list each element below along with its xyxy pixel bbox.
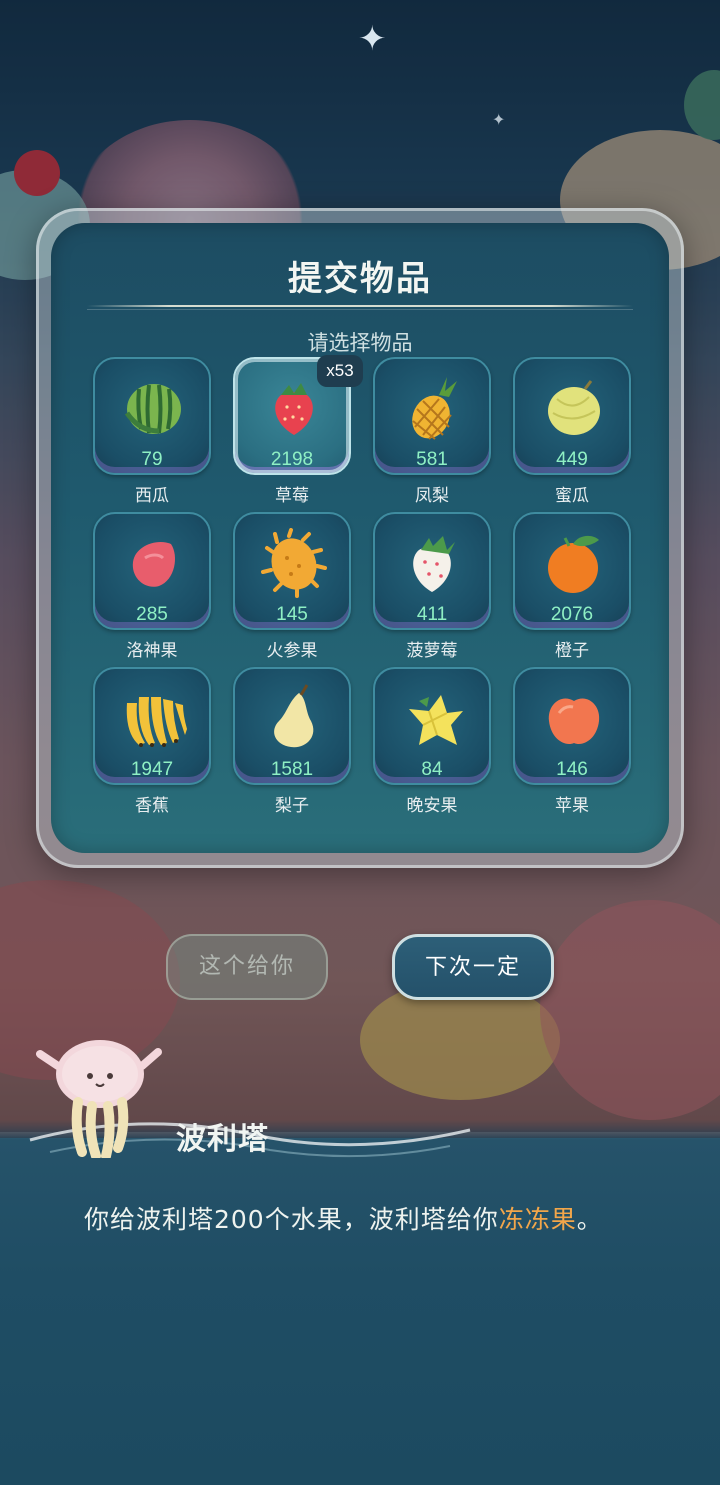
banana-icon [126,697,187,747]
item-slot[interactable]: 285 [93,512,211,630]
item-name: 西瓜 [135,486,169,506]
item-slot[interactable]: 411 [373,512,491,630]
item-slot[interactable]: 581 [373,357,491,475]
star-icon: ✦ [358,19,387,59]
title-divider [87,305,633,307]
item-slot[interactable]: 1581 [233,667,351,785]
item-slot[interactable]: 146 [513,667,631,785]
watermelon-icon [124,384,181,434]
item-name: 橙子 [555,641,589,661]
item-pineberry[interactable]: 411 菠萝莓 [373,512,493,662]
item-count: 285 [136,604,168,625]
item-count: 1581 [270,759,314,780]
item-count: 411 [416,604,448,625]
next-time-button[interactable]: 下次一定 [392,934,554,1000]
item-name: 苹果 [555,796,589,816]
selected-quantity-badge: x53 [317,355,363,387]
honeydew-icon [548,380,600,435]
dialogue-box[interactable] [0,1138,720,1485]
star-icon: ✦ [492,110,506,129]
item-name: 洛神果 [126,641,178,661]
item-slot[interactable]: 84 [373,667,491,785]
item-count: 146 [556,759,588,780]
submit-items-dialog: 提交物品 请选择物品 79 西瓜 2198 x53 草莓 581 凤梨 449 … [36,208,684,868]
item-slot[interactable]: 2076 [513,512,631,630]
dialogue-text-after: 。 [576,1205,603,1234]
item-slot[interactable]: 1947 [93,667,211,785]
item-slot[interactable]: 145 [233,512,351,630]
dialogue-text-before: 你给波利塔200个水果，波利塔给你 [84,1205,499,1234]
item-count: 2076 [550,604,594,625]
item-count: 449 [556,449,588,470]
dialog-body: 提交物品 请选择物品 79 西瓜 2198 x53 草莓 581 凤梨 449 … [51,223,669,853]
title-divider-shadow [87,309,633,310]
dialog-title: 提交物品 [288,259,432,299]
item-name: 菠萝莓 [406,641,458,661]
item-pineapple[interactable]: 581 凤梨 [373,357,493,507]
dialog-subtitle: 请选择物品 [307,331,413,355]
item-slot[interactable]: 449 [513,357,631,475]
item-count: 84 [421,759,443,780]
pineapple-icon [412,377,457,440]
speaker-name: 波利塔 [176,1122,269,1157]
item-orange[interactable]: 2076 橙子 [513,512,633,662]
item-count: 1947 [130,759,174,780]
item-honeydew[interactable]: 449 蜜瓜 [513,357,633,507]
pineberry-icon [413,536,455,592]
dialogue-highlight-item: 冻冻果 [498,1205,577,1234]
item-roselle[interactable]: 285 洛神果 [93,512,213,662]
item-name: 晚安果 [406,796,458,816]
item-slot[interactable]: 79 [93,357,211,475]
item-name: 梨子 [275,796,309,816]
item-name: 香蕉 [135,796,169,816]
give-button[interactable]: 这个给你 [166,934,328,1000]
item-count: 79 [141,449,163,470]
item-name: 凤梨 [415,486,449,506]
item-banana[interactable]: 1947 香蕉 [93,667,213,817]
apple-icon [548,698,600,745]
item-pear[interactable]: 1581 梨子 [233,667,353,817]
pear-icon [274,684,314,748]
item-name: 火参果 [266,641,318,661]
item-count: 581 [416,449,448,470]
item-goodnight-fruit[interactable]: 84 晚安果 [373,667,493,817]
item-name: 草莓 [275,486,309,506]
item-count: 2198 [270,449,314,470]
jellyfish-icon [36,1040,162,1158]
horned-melon-icon [261,528,327,598]
item-strawberry[interactable]: 2198 x53 草莓 [233,355,363,507]
orange-icon [548,535,599,593]
star-fruit-icon [409,695,463,745]
item-name: 蜜瓜 [555,486,589,506]
item-count: 145 [276,604,308,625]
dialogue-text: 你给波利塔200个水果，波利塔给你冻冻果。 [84,1200,684,1236]
roselle-icon [132,542,175,587]
item-horned-melon[interactable]: 145 火参果 [233,512,353,662]
item-watermelon[interactable]: 79 西瓜 [93,357,213,507]
item-apple[interactable]: 146 苹果 [513,667,633,817]
